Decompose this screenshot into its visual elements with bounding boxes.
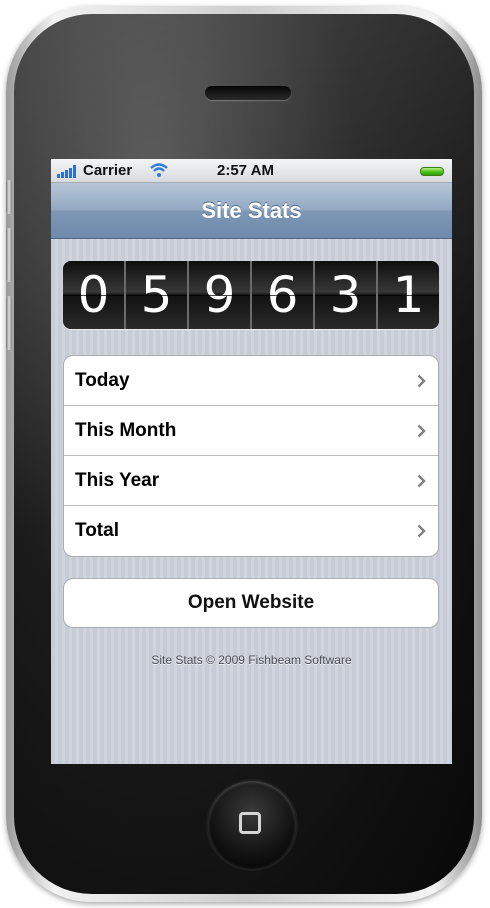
home-button[interactable] [208, 781, 296, 869]
status-bar: Carrier 2:57 AM [51, 159, 452, 183]
list-item-label: This Month [75, 420, 177, 441]
counter-digit: 6 [252, 261, 315, 329]
volume-up-button [6, 228, 12, 282]
open-website-button[interactable]: Open Website [63, 578, 439, 628]
counter-digit: 9 [189, 261, 252, 329]
volume-down-button [6, 296, 12, 350]
stats-list: Today This Month This Year Total [63, 355, 439, 557]
list-item-total[interactable]: Total [64, 506, 438, 556]
chevron-right-icon [417, 524, 426, 538]
status-time: 2:57 AM [217, 162, 274, 179]
carrier-label: Carrier [83, 162, 133, 179]
earpiece-speaker [205, 86, 291, 100]
list-item-this-year[interactable]: This Year [64, 456, 438, 506]
nav-title: Site Stats [201, 198, 302, 223]
list-item-label: This Year [75, 470, 160, 491]
mute-switch [6, 180, 12, 214]
signal-bars-icon [57, 165, 76, 178]
app-screen: Carrier 2:57 AM Site Stats 0 5 9 6 3 1 T… [51, 159, 452, 764]
list-item-today[interactable]: Today [64, 356, 438, 406]
device-frame-canvas: Carrier 2:57 AM Site Stats 0 5 9 6 3 1 T… [0, 0, 490, 908]
counter-digit: 3 [315, 261, 378, 329]
counter-digit: 5 [126, 261, 189, 329]
chevron-right-icon [417, 424, 426, 438]
copyright-footer: Site Stats © 2009 Fishbeam Software [151, 653, 352, 667]
list-item-label: Today [75, 370, 130, 391]
counter-digit: 0 [63, 261, 126, 329]
list-item-label: Total [75, 520, 119, 541]
wifi-icon [150, 163, 168, 177]
list-item-this-month[interactable]: This Month [64, 406, 438, 456]
chevron-right-icon [417, 374, 426, 388]
navigation-bar: Site Stats [51, 183, 452, 239]
battery-icon [420, 167, 444, 176]
visitor-counter: 0 5 9 6 3 1 [63, 261, 439, 329]
counter-digit: 1 [378, 261, 439, 329]
home-square-icon [239, 812, 261, 834]
chevron-right-icon [417, 474, 426, 488]
